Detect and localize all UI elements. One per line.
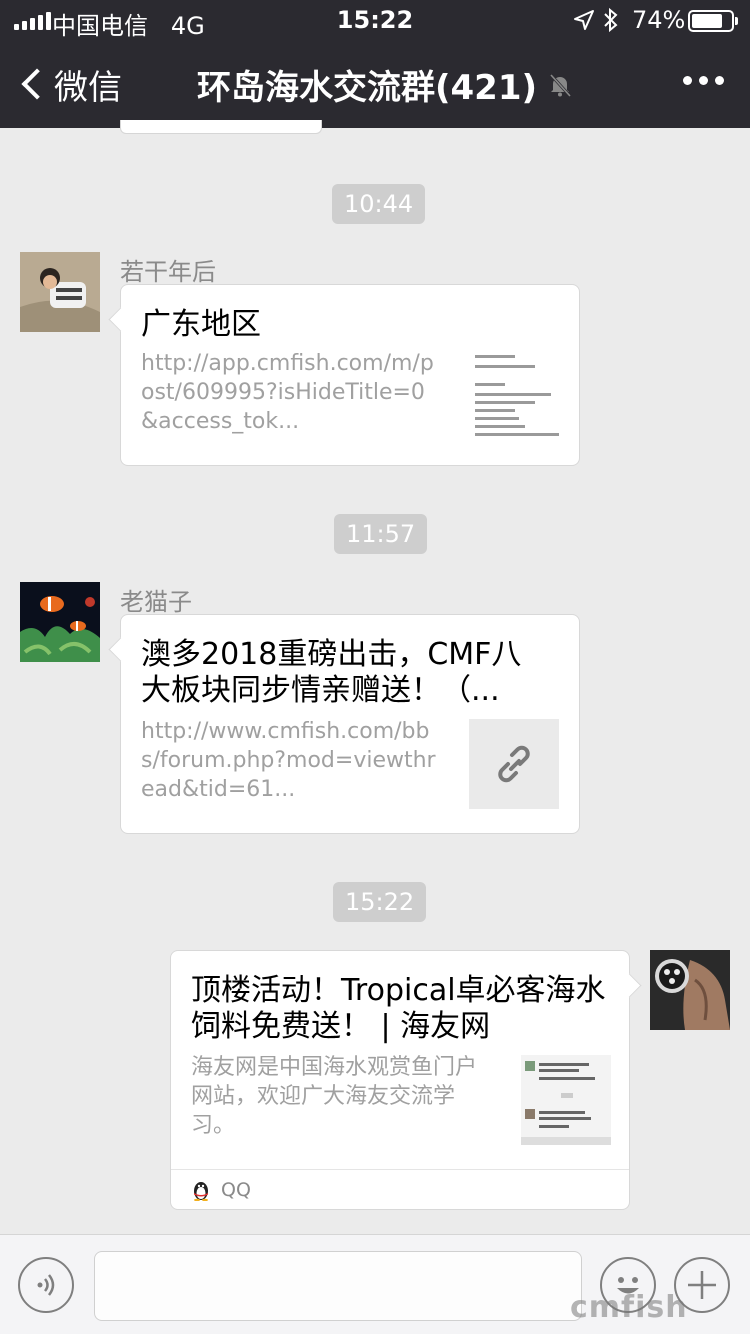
link-card[interactable]: 顶楼活动！Tropical卓必客海水饲料免费送！ | 海友网 海友网是中国海水观… bbox=[170, 950, 630, 1210]
card-source-footer: QQ bbox=[171, 1169, 629, 1209]
voice-button[interactable] bbox=[18, 1257, 74, 1313]
status-bar: 中国电信 4G 15:22 74% bbox=[0, 0, 750, 40]
card-thumbnail bbox=[473, 351, 563, 445]
watermark: cmfish bbox=[570, 1290, 688, 1325]
dot-icon bbox=[699, 76, 708, 85]
more-options-button[interactable] bbox=[683, 76, 724, 85]
card-url: http://app.cmfish.com/m/post/609995?isHi… bbox=[141, 351, 434, 434]
qq-penguin-icon bbox=[194, 1181, 208, 1201]
card-title: 澳多2018重磅出击，CMF八大板块同步情亲赠送！（... bbox=[141, 637, 522, 708]
avatar[interactable] bbox=[20, 582, 100, 662]
sender-name: 老猫子 bbox=[120, 588, 192, 616]
card-source-label: QQ bbox=[221, 1178, 251, 1201]
avatar[interactable] bbox=[20, 252, 100, 332]
link-card[interactable]: 澳多2018重磅出击，CMF八大板块同步情亲赠送！（... http://www… bbox=[120, 614, 580, 834]
voice-icon bbox=[37, 1274, 55, 1296]
card-title: 广东地区 bbox=[141, 307, 261, 342]
dot-icon bbox=[715, 76, 724, 85]
plus-icon bbox=[688, 1271, 716, 1299]
timestamp: 11:57 bbox=[334, 514, 428, 554]
timestamp: 10:44 bbox=[332, 184, 426, 224]
bluetooth-icon bbox=[604, 7, 618, 33]
card-title: 顶楼活动！Tropical卓必客海水饲料免费送！ | 海友网 bbox=[191, 973, 606, 1044]
mute-bell-icon bbox=[549, 73, 572, 97]
avatar-photo bbox=[20, 582, 100, 662]
page-title: 环岛海水交流群(421) bbox=[196, 68, 538, 108]
location-arrow-icon bbox=[574, 10, 594, 30]
dot-icon bbox=[683, 76, 692, 85]
nav-bar: 中国电信 4G 15:22 74% 微信 环岛海水交流群(421) bbox=[0, 0, 750, 128]
timestamp: 15:22 bbox=[333, 882, 427, 922]
previous-message-fragment bbox=[120, 120, 322, 134]
battery-percent: 74% bbox=[632, 6, 686, 34]
battery-icon bbox=[688, 10, 738, 32]
link-icon bbox=[469, 719, 559, 809]
sender-name: 若干年后 bbox=[120, 258, 216, 286]
link-card[interactable]: 广东地区 http://app.cmfish.com/m/post/609995… bbox=[120, 284, 580, 466]
chat-title-container: 环岛海水交流群(421) bbox=[0, 60, 750, 109]
avatar[interactable] bbox=[650, 950, 730, 1030]
avatar-photo bbox=[650, 950, 730, 1030]
card-url: http://www.cmfish.com/bbs/forum.php?mod=… bbox=[141, 719, 436, 802]
avatar-photo bbox=[20, 252, 100, 332]
card-description: 海友网是中国海水观赏鱼门户网站，欢迎广大海友交流学习。 bbox=[191, 1055, 478, 1138]
card-thumbnail bbox=[521, 1055, 611, 1145]
message-input[interactable] bbox=[94, 1251, 582, 1321]
